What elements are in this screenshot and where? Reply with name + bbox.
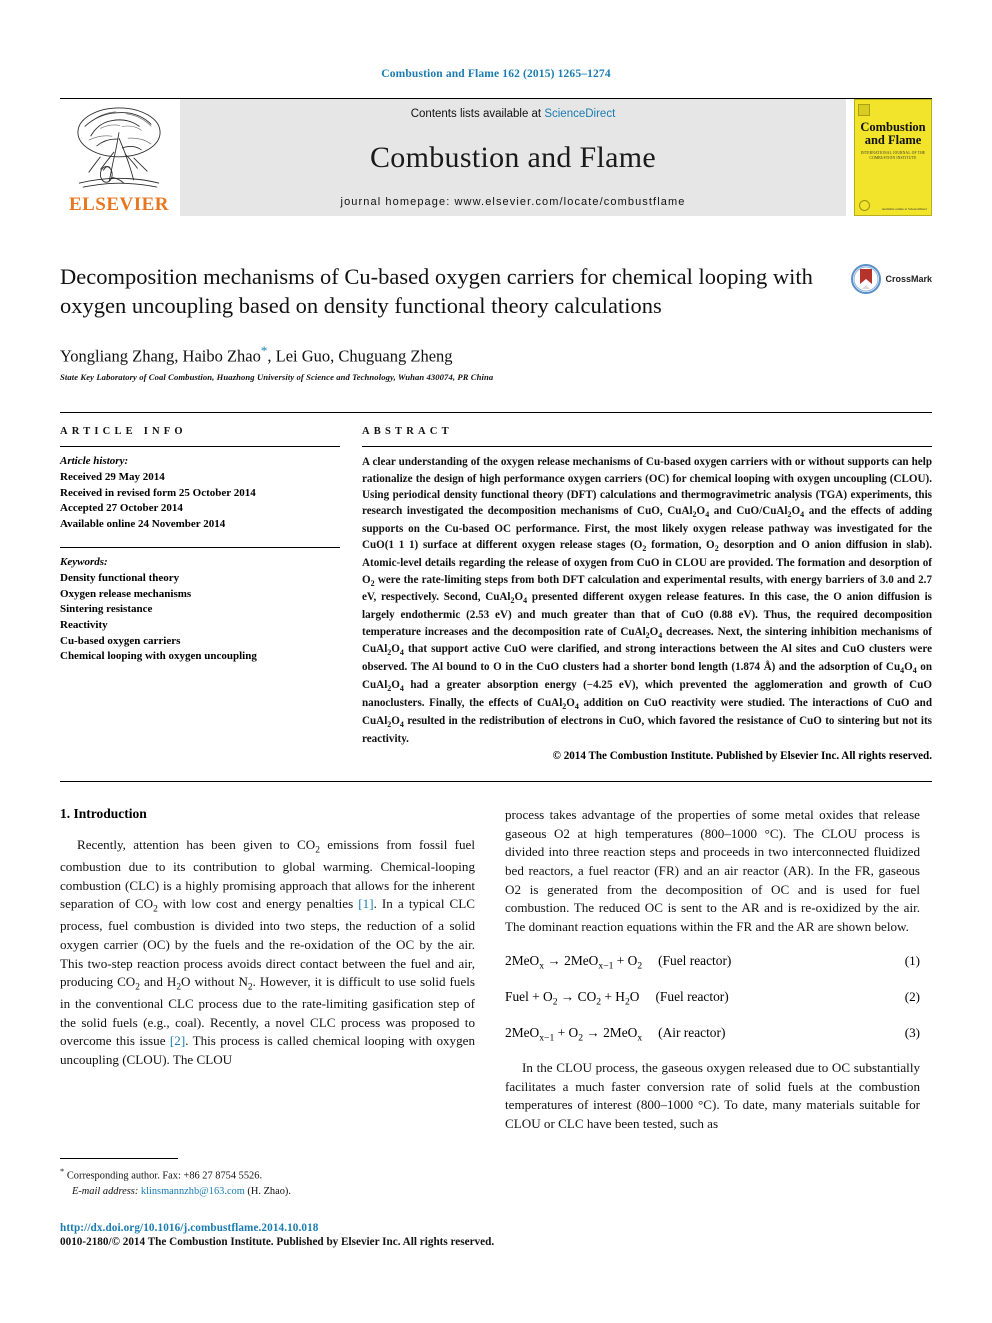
keyword-item: Oxygen release mechanisms xyxy=(60,587,192,600)
crossmark-label: CrossMark xyxy=(885,274,932,284)
abstract-text: A clear understanding of the oxygen rele… xyxy=(362,456,933,745)
keyword-item: Cu-based oxygen carriers xyxy=(60,634,181,647)
crossmark-badge[interactable]: CrossMark xyxy=(851,264,932,294)
article-info-column: ARTICLE INFO Article history: Received 2… xyxy=(60,426,340,762)
section-heading-introduction: 1. Introduction xyxy=(60,806,147,822)
info-abstract-section: ARTICLE INFO Article history: Received 2… xyxy=(60,412,932,762)
elsevier-logo: ELSEVIER xyxy=(60,99,178,216)
equation-number: (2) xyxy=(904,988,920,1004)
cover-title: Combustion and Flame xyxy=(860,120,926,148)
equation-reactor-label: (Air reactor) xyxy=(658,1024,726,1040)
journal-masthead: ELSEVIER Contents lists available at Sci… xyxy=(60,98,932,216)
body-divider xyxy=(60,781,932,783)
corresponding-author-note: * Corresponding author. Fax: +86 27 8754… xyxy=(60,1165,475,1184)
equation-formula: 2MeOx → 2MeOx−1 + O2 xyxy=(505,953,643,972)
journal-name: Combustion and Flame xyxy=(370,141,656,174)
equation-number: (1) xyxy=(904,953,920,969)
crossmark-icon xyxy=(851,264,882,294)
abstract-column: ABSTRACT A clear understanding of the ox… xyxy=(362,426,932,762)
doi-link[interactable]: http://dx.doi.org/10.1016/j.combustflame… xyxy=(60,1222,760,1234)
article-history-group: Article history: Received 29 May 2014 Re… xyxy=(60,447,340,532)
history-item: Received 29 May 2014 xyxy=(60,471,165,484)
footnote-block: * Corresponding author. Fax: +86 27 8754… xyxy=(60,1158,475,1200)
cover-bottom-row: Available online at ScienceDirect xyxy=(855,200,931,211)
equation-row: 2MeOx → 2MeOx−1 + O2 (Fuel reactor) (1) xyxy=(505,953,920,972)
body-column-left: 1. Introduction Recently, attention has … xyxy=(60,806,475,1133)
sciencedirect-link[interactable]: ScienceDirect xyxy=(544,108,615,120)
equation-reactor-label: (Fuel reactor) xyxy=(655,988,729,1004)
journal-band: Contents lists available at ScienceDirec… xyxy=(180,99,846,216)
page-title: Decomposition mechanisms of Cu-based oxy… xyxy=(60,264,813,319)
keyword-item: Reactivity xyxy=(60,618,108,631)
keyword-item: Chemical looping with oxygen uncoupling xyxy=(60,650,257,663)
cover-subtitle: INTERNATIONAL JOURNAL OF THE COMBUSTION … xyxy=(860,151,926,160)
body-column-right: process takes advantage of the propertie… xyxy=(505,806,920,1133)
journal-homepage[interactable]: journal homepage: www.elsevier.com/locat… xyxy=(341,196,686,208)
history-item: Accepted 27 October 2014 xyxy=(60,502,183,515)
abstract-copyright: © 2014 The Combustion Institute. Publish… xyxy=(552,750,932,763)
cover-footnote: Available online at ScienceDirect xyxy=(881,206,927,211)
corresponding-author-text: Corresponding author. Fax: +86 27 8754 5… xyxy=(66,1170,263,1182)
authors-part-1: Yongliang Zhang, Haibo Zhao xyxy=(60,346,261,366)
keyword-item: Density functional theory xyxy=(60,572,180,585)
history-item: Available online 24 November 2014 xyxy=(60,517,226,530)
equation-reactor-label: (Fuel reactor) xyxy=(658,953,732,969)
running-head: Combustion and Flame 162 (2015) 1265–127… xyxy=(381,68,611,80)
intro-paragraph-right: process takes advantage of the propertie… xyxy=(505,807,920,934)
cover-mini-logo-icon xyxy=(858,104,870,116)
title-block: Decomposition mechanisms of Cu-based oxy… xyxy=(60,262,932,382)
author-list: Yongliang Zhang, Haibo Zhao*, Lei Guo, C… xyxy=(60,343,932,367)
article-info-heading: ARTICLE INFO xyxy=(60,426,187,438)
email-label: E-mail address: xyxy=(72,1186,139,1198)
equation-number: (3) xyxy=(904,1024,920,1040)
elsevier-wordmark: ELSEVIER xyxy=(68,194,170,215)
article-history-label: Article history: xyxy=(60,455,129,468)
footnote-rule xyxy=(60,1158,178,1159)
equation-row: Fuel + O2 → CO2 + H2O (Fuel reactor) (2) xyxy=(505,989,920,1008)
keywords-label: Keywords: xyxy=(60,556,108,569)
equation-formula: Fuel + O2 → CO2 + H2O xyxy=(505,988,640,1008)
asterisk-icon: * xyxy=(60,1166,65,1176)
footer-block: http://dx.doi.org/10.1016/j.combustflame… xyxy=(60,1222,760,1248)
issn-copyright: 0010-2180/© 2014 The Combustion Institut… xyxy=(60,1236,495,1248)
equation-row: 2MeOx−1 + O2 → 2MeOx (Air reactor) (3) xyxy=(505,1025,920,1044)
article-page: Combustion and Flame 162 (2015) 1265–127… xyxy=(0,0,992,1323)
abstract-heading: ABSTRACT xyxy=(362,426,453,438)
intro-paragraph-right-2: In the CLOU process, the gaseous oxygen … xyxy=(505,1060,920,1132)
contents-prefix: Contents lists available at xyxy=(410,108,545,120)
keywords-group: Keywords: Density functional theory Oxyg… xyxy=(60,548,340,664)
body-columns: 1. Introduction Recently, attention has … xyxy=(60,806,932,1133)
email-note: E-mail address: klinsmannzhb@163.com (H.… xyxy=(60,1184,475,1200)
authors-part-2: , Lei Guo, Chuguang Zheng xyxy=(267,346,453,366)
history-item: Received in revised form 25 October 2014 xyxy=(60,486,256,499)
cover-seal-icon xyxy=(859,200,870,211)
keyword-item: Sintering resistance xyxy=(60,603,153,616)
equation-formula: 2MeOx−1 + O2 → 2MeOx xyxy=(505,1024,643,1044)
contents-line: Contents lists available at ScienceDirec… xyxy=(411,108,616,120)
journal-cover-thumbnail: Combustion and Flame INTERNATIONAL JOURN… xyxy=(854,99,932,216)
email-suffix: (H. Zhao). xyxy=(244,1186,291,1198)
affiliation: State Key Laboratory of Coal Combustion,… xyxy=(60,372,494,383)
elsevier-tree-icon xyxy=(77,107,161,188)
email-address-link[interactable]: klinsmannzhb@163.com xyxy=(141,1186,245,1197)
intro-paragraph-left: Recently, attention has been given to CO… xyxy=(60,837,476,1067)
keywords-block: Keywords: Density functional theory Oxyg… xyxy=(60,547,340,664)
